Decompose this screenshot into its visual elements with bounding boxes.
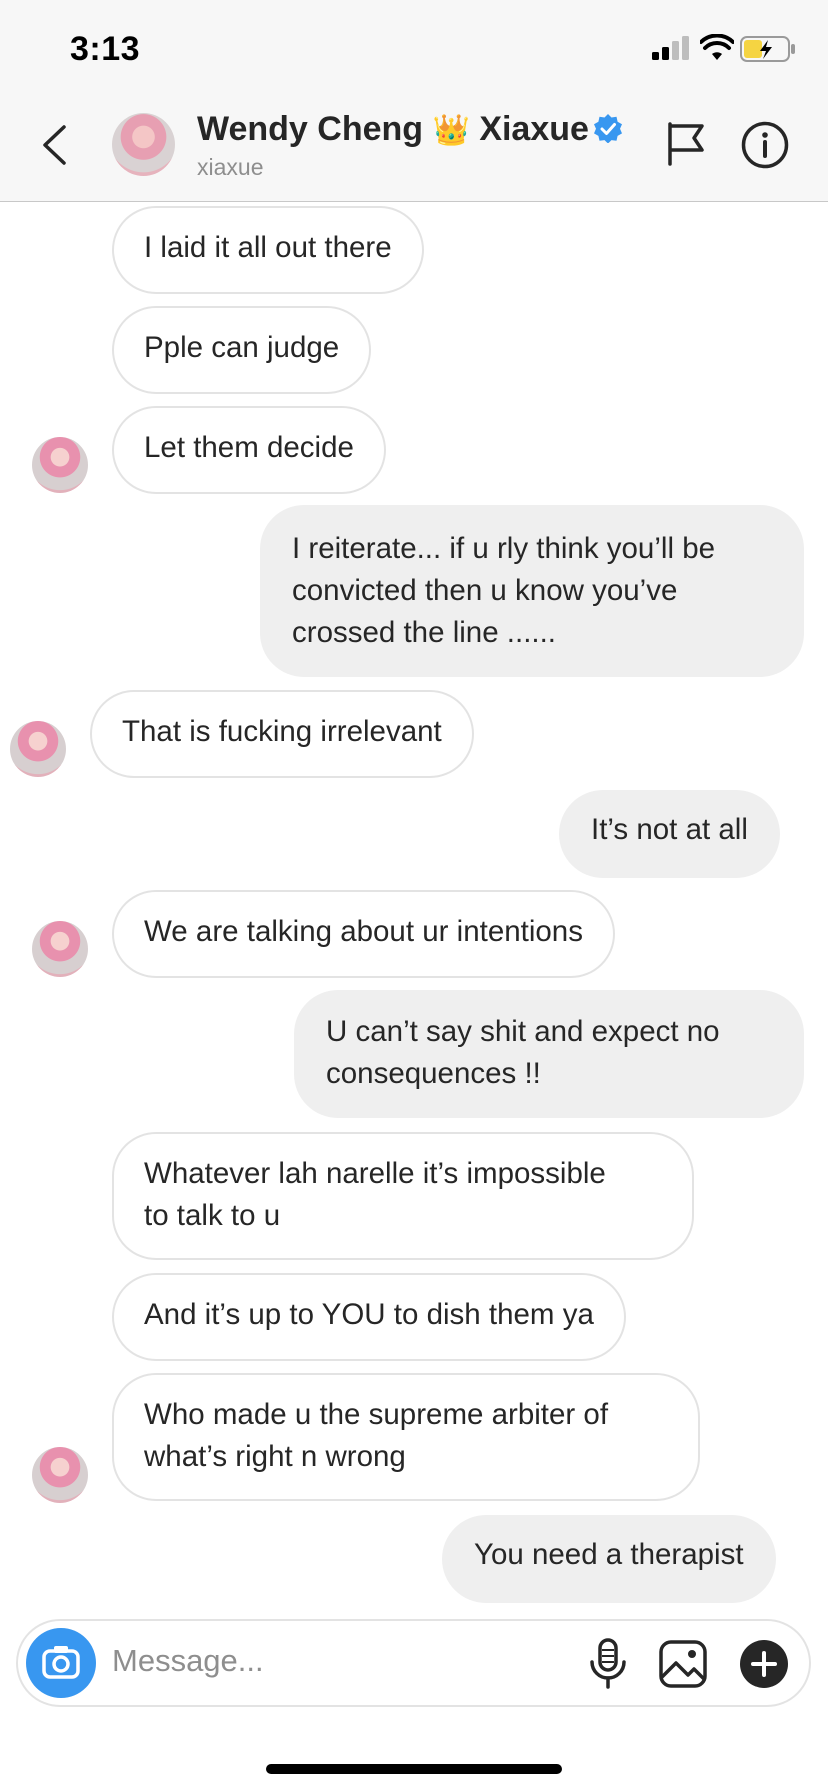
gallery-icon[interactable] [658, 1639, 708, 1689]
contact-name[interactable]: Wendy Cheng 👑 Xiaxue [197, 110, 623, 149]
flag-icon[interactable] [666, 122, 706, 166]
avatar[interactable] [112, 113, 175, 176]
message-line: convicted then u know you’ve [292, 574, 678, 607]
microphone-icon[interactable] [588, 1638, 628, 1690]
contact-username: xiaxue [197, 154, 264, 180]
verified-badge-icon [593, 114, 622, 144]
crown-emoji: 👑 [432, 114, 470, 147]
message-line: I reiterate... if u rly think you’ll be [292, 532, 716, 565]
message-bubble-incoming[interactable]: That is fucking irrelevant [90, 690, 474, 778]
message-bubble-outgoing[interactable]: I reiterate... if u rly think you’ll be … [260, 505, 804, 677]
camera-icon [42, 1646, 80, 1679]
status-time: 3:13 [70, 30, 141, 68]
wifi-icon [700, 34, 734, 60]
message-line: U can’t say shit and expect no [326, 1015, 720, 1048]
message-bubble-incoming[interactable]: And it’s up to YOU to dish them ya [112, 1273, 626, 1361]
message-line: to talk to u [144, 1199, 281, 1232]
contact-first-name: Wendy Cheng [197, 110, 424, 148]
home-indicator[interactable] [266, 1764, 562, 1774]
message-bubble-incoming[interactable]: Let them decide [112, 406, 386, 494]
avatar[interactable] [10, 721, 66, 777]
message-line: Who made u the supreme arbiter of [144, 1398, 609, 1431]
message-bubble-incoming[interactable]: Pple can judge [112, 306, 372, 394]
message-bubble-outgoing[interactable]: It’s not at all [559, 790, 780, 878]
plus-icon [751, 1651, 777, 1677]
contact-name-suffix: Xiaxue [479, 110, 589, 148]
message-bubble-incoming[interactable]: Whatever lah narelle it’s impossible to … [112, 1132, 694, 1260]
top-bar: 3:13 Wendy Cheng 👑 Xiaxue xiaxue [0, 0, 828, 202]
message-line: crossed the line ...... [292, 616, 556, 649]
avatar[interactable] [32, 437, 88, 493]
message-line: consequences !! [326, 1057, 541, 1090]
message-bubble-incoming[interactable]: I laid it all out there [112, 206, 424, 294]
message-input[interactable]: Message... [112, 1643, 264, 1679]
info-icon[interactable] [741, 121, 789, 169]
avatar[interactable] [32, 921, 88, 977]
message-bubble-incoming[interactable]: Who made u the supreme arbiter of what’s… [112, 1373, 700, 1501]
avatar[interactable] [32, 1447, 88, 1503]
cellular-signal-icon [652, 36, 689, 60]
camera-button[interactable] [26, 1628, 96, 1698]
message-bubble-outgoing[interactable]: U can’t say shit and expect no consequen… [294, 990, 804, 1118]
message-line: what’s right n wrong [144, 1440, 406, 1473]
back-chevron-icon[interactable] [40, 124, 68, 166]
message-bubble-outgoing[interactable]: You need a therapist [442, 1515, 776, 1603]
battery-icon [740, 36, 795, 62]
plus-button[interactable] [740, 1640, 788, 1688]
message-bubble-incoming[interactable]: We are talking about ur intentions [112, 890, 615, 978]
message-line: Whatever lah narelle it’s impossible [144, 1157, 606, 1190]
